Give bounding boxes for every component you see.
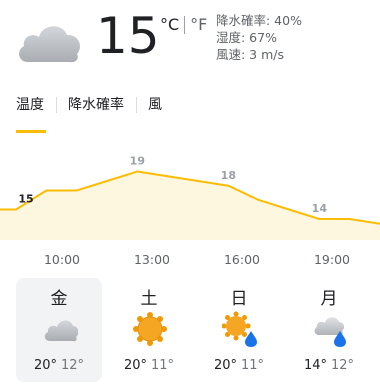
low-temp: 12° — [61, 358, 85, 373]
low-temp: 11° — [241, 358, 265, 373]
hour-label: 13:00 — [133, 252, 171, 267]
chart-point-label: 19 — [130, 155, 145, 168]
day-temperature: 14° 12° — [286, 358, 372, 373]
day-name: 金 — [50, 289, 68, 309]
high-temp: 20° — [33, 358, 57, 373]
day-sunday[interactable]: 日 20° 11° — [196, 278, 282, 382]
day-friday[interactable]: 金 20° 12° — [16, 278, 102, 382]
day-temperature: 20° 11° — [196, 358, 282, 373]
hour-axis: 10:00 13:00 16:00 19:00 — [0, 252, 380, 272]
day-temperature: 20° 11° — [106, 358, 192, 373]
wind-text: 風速: 3 m/s — [216, 47, 285, 62]
cloudy-icon — [44, 320, 78, 342]
unit-switcher: °C °F — [160, 14, 207, 36]
daily-forecast: 金 20° 12° 土 20° 11° 日 20° 11° 月 14° 12° — [16, 278, 380, 382]
high-temp: 20° — [123, 358, 147, 373]
forecast-tabs: 温度 降水確率 風 — [16, 95, 174, 133]
tab-temperature[interactable]: 温度 — [16, 95, 56, 133]
chart-point-label: 18 — [221, 169, 236, 182]
day-temperature: 20° 12° — [16, 358, 102, 373]
chart-point-label: 14 — [312, 202, 328, 215]
tab-wind[interactable]: 風 — [136, 95, 174, 125]
humidity-text: 湿度: 67% — [216, 30, 277, 45]
temperature-chart: 15 19 18 14 — [0, 155, 380, 240]
day-name: 月 — [320, 289, 338, 309]
low-temp: 11° — [151, 358, 175, 373]
sunny-icon — [133, 312, 167, 346]
low-temp: 12° — [331, 358, 355, 373]
weather-details: 降水確率: 40% 湿度: 67% 風速: 3 m/s — [216, 12, 302, 63]
current-temperature: 15 — [96, 7, 160, 65]
fahrenheit-toggle[interactable]: °F — [190, 14, 207, 36]
hour-label: 10:00 — [43, 252, 81, 267]
precipitation-text: 降水確率: 40% — [216, 13, 302, 28]
cloud-rain-icon — [314, 317, 346, 347]
day-name: 日 — [230, 289, 248, 309]
tab-precipitation[interactable]: 降水確率 — [56, 95, 136, 125]
day-monday[interactable]: 月 14° 12° — [286, 278, 372, 382]
day-saturday[interactable]: 土 20° 11° — [106, 278, 192, 382]
unit-divider — [184, 16, 186, 34]
high-temp: 14° — [303, 358, 327, 373]
day-name: 土 — [140, 289, 158, 309]
hour-label: 19:00 — [313, 252, 351, 267]
high-temp: 20° — [213, 358, 237, 373]
cloudy-icon — [19, 26, 81, 63]
hour-label: 16:00 — [223, 252, 261, 267]
chart-point-label: 15 — [18, 193, 33, 206]
celsius-toggle[interactable]: °C — [160, 14, 179, 36]
sun-rain-icon — [222, 311, 257, 347]
current-weather: 15 °C °F 降水確率: 40% 湿度: 67% 風速: 3 m/s — [0, 0, 380, 80]
